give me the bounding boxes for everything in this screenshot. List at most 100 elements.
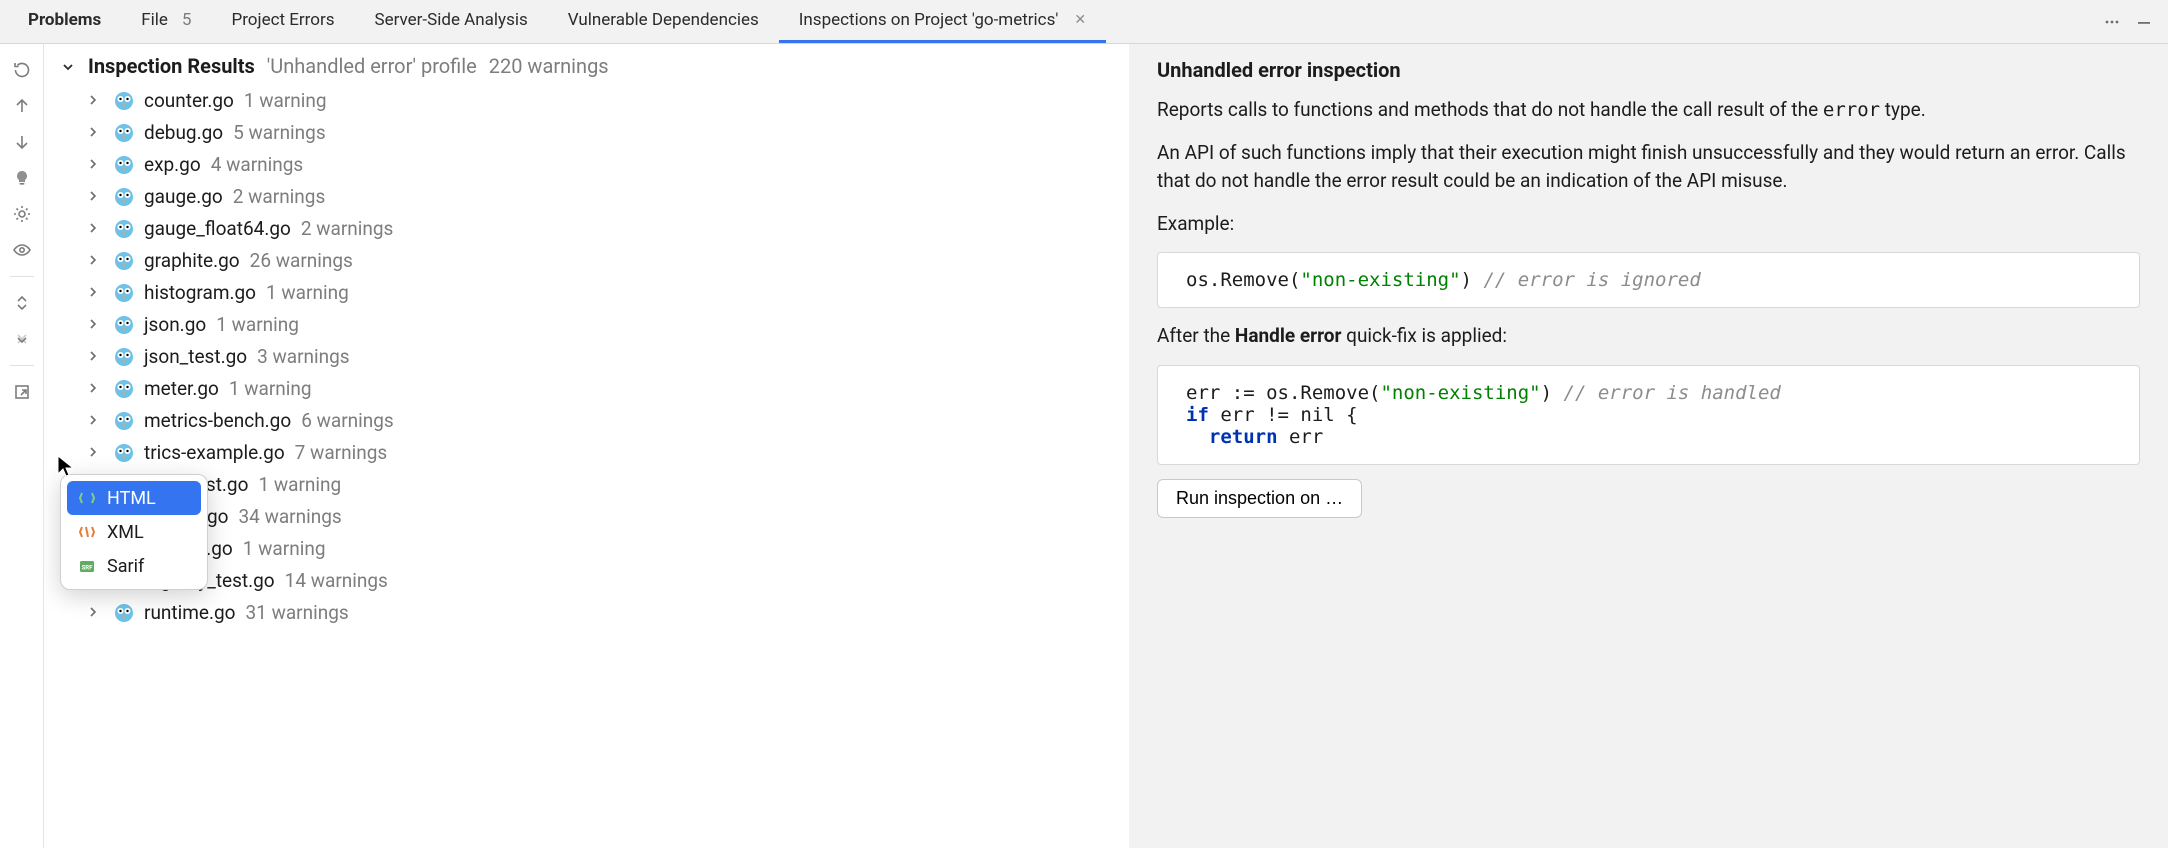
tree-row[interactable]: registry_test.go14 warnings	[88, 564, 1129, 596]
tab-label: Vulnerable Dependencies	[568, 10, 759, 30]
chevron-right-icon[interactable]	[88, 255, 104, 265]
file-warning-count: 3 warnings	[257, 345, 350, 368]
close-icon[interactable]: ✕	[1074, 12, 1086, 28]
code-example-before: os.Remove("non-existing") // error is ig…	[1157, 252, 2140, 308]
file-warning-count: 2 warnings	[301, 217, 394, 240]
popup-item-label: Sarif	[107, 556, 144, 577]
chevron-right-icon[interactable]	[88, 287, 104, 297]
file-name: json.go	[144, 313, 206, 336]
go-file-icon	[114, 602, 134, 622]
left-gutter-toolbar	[0, 44, 44, 848]
tree-row[interactable]: graphite.go26 warnings	[88, 244, 1129, 276]
chevron-right-icon[interactable]	[88, 95, 104, 105]
code-example-after: err := os.Remove("non-existing") // erro…	[1157, 365, 2140, 465]
file-warning-count: 14 warnings	[285, 569, 388, 592]
file-warning-count: 1 warning	[244, 89, 327, 112]
problems-tabbar: Problems File 5 Project Errors Server-Si…	[0, 0, 2168, 44]
chevron-right-icon[interactable]	[88, 223, 104, 233]
rerun-icon[interactable]	[6, 54, 38, 86]
tab-vulnerable-dependencies[interactable]: Vulnerable Dependencies	[548, 0, 779, 43]
chevron-right-icon[interactable]	[88, 415, 104, 425]
arrow-down-icon[interactable]	[6, 126, 38, 158]
tree-row[interactable]: counter.go 1 warning	[88, 84, 1129, 116]
go-file-icon	[114, 282, 134, 302]
tab-label: Project Errors	[231, 10, 334, 30]
chevron-right-icon[interactable]	[88, 447, 104, 457]
tree-row[interactable]: metrics-bench.go6 warnings	[88, 404, 1129, 436]
export-icon[interactable]	[6, 376, 38, 408]
tree-row[interactable]: gauge.go 2 warnings	[88, 180, 1129, 212]
minimize-icon[interactable]	[2128, 6, 2160, 38]
file-name: counter.go	[144, 89, 234, 112]
eye-icon[interactable]	[6, 234, 38, 266]
export-option-html[interactable]: HTML	[67, 481, 201, 515]
tree-subtitle: 'Unhandled error' profile	[267, 54, 477, 78]
tree-row[interactable]: exp.go4 warnings	[88, 148, 1129, 180]
file-warning-count: 7 warnings	[295, 441, 388, 464]
go-file-icon	[114, 250, 134, 270]
go-file-icon	[114, 218, 134, 238]
tree-row[interactable]: debug.go5 warnings	[88, 116, 1129, 148]
tree-row[interactable]: trics-example.go 7 warnings	[88, 436, 1129, 468]
tree-row[interactable]: json_test.go3 warnings	[88, 340, 1129, 372]
chevron-right-icon[interactable]	[88, 319, 104, 329]
tree-row[interactable]: meter.go1 warning	[88, 372, 1129, 404]
chevron-right-icon[interactable]	[88, 351, 104, 361]
tab-project-errors[interactable]: Project Errors	[211, 0, 354, 43]
export-popup: HTML XML SRF Sarif	[60, 474, 208, 590]
chevron-right-icon[interactable]	[88, 191, 104, 201]
file-name: runtime.go	[144, 601, 236, 624]
file-warning-count: 31 warnings	[246, 601, 349, 624]
tree-row[interactable]: histogram.go1 warning	[88, 276, 1129, 308]
go-file-icon	[114, 186, 134, 206]
chevron-right-icon[interactable]	[88, 607, 104, 617]
tab-badge: 5	[182, 10, 192, 30]
tree-header[interactable]: Inspection Results 'Unhandled error' pro…	[44, 44, 1129, 84]
tab-problems[interactable]: Problems	[8, 0, 121, 43]
chevron-right-icon[interactable]	[88, 383, 104, 393]
chevron-right-icon[interactable]	[88, 127, 104, 137]
popup-item-label: HTML	[107, 488, 156, 509]
tab-label: File	[141, 10, 168, 30]
file-warning-count: 2 warnings	[233, 185, 326, 208]
tab-inspections[interactable]: Inspections on Project 'go-metrics' ✕	[779, 0, 1106, 43]
gear-icon[interactable]	[6, 198, 38, 230]
go-file-icon	[114, 122, 134, 142]
go-file-icon	[114, 314, 134, 334]
tree-row[interactable]: gauge_float64.go 2 warnings	[88, 212, 1129, 244]
file-name: exp.go	[144, 153, 201, 176]
tree-row[interactable]: runtime.go 31 warnings	[88, 596, 1129, 628]
html-file-icon	[77, 489, 97, 507]
chevron-right-icon[interactable]	[88, 159, 104, 169]
tab-server-side-analysis[interactable]: Server-Side Analysis	[355, 0, 548, 43]
run-inspection-button[interactable]: Run inspection on …	[1157, 479, 1362, 518]
tab-label: Problems	[28, 10, 101, 30]
file-warning-count: 1 warning	[216, 313, 299, 336]
tab-label: Inspections on Project 'go-metrics'	[799, 10, 1059, 30]
expand-collapse-icon[interactable]	[6, 287, 38, 319]
popup-item-label: XML	[107, 522, 144, 543]
tree-row[interactable]: json.go 1 warning	[88, 308, 1129, 340]
file-warning-count: 26 warnings	[250, 249, 353, 272]
arrow-up-icon[interactable]	[6, 90, 38, 122]
file-name: metrics-bench.go	[144, 409, 291, 432]
tab-file[interactable]: File 5	[121, 0, 211, 43]
go-file-icon	[114, 346, 134, 366]
tree-row[interactable]: registry.go1 warning	[88, 532, 1129, 564]
chevron-down-icon[interactable]	[62, 61, 74, 73]
tree-row[interactable]: trics_test.go1 warning	[88, 468, 1129, 500]
file-name: meter.go	[144, 377, 219, 400]
file-name: gauge.go	[144, 185, 223, 208]
file-name: trics-example.go	[144, 441, 285, 464]
export-option-xml[interactable]: XML	[67, 515, 201, 549]
collapse-all-icon[interactable]	[6, 323, 38, 355]
inspection-results-tree: Inspection Results 'Unhandled error' pro…	[44, 44, 1129, 848]
inspection-description-panel: Unhandled error inspection Reports calls…	[1129, 44, 2168, 848]
example-label: Example:	[1157, 210, 2140, 239]
more-icon[interactable]	[2096, 6, 2128, 38]
tree-row[interactable]: entsdb.go34 warnings	[88, 500, 1129, 532]
svg-text:SRF: SRF	[82, 565, 94, 572]
export-option-sarif[interactable]: SRF Sarif	[67, 549, 201, 583]
file-name: gauge_float64.go	[144, 217, 291, 240]
bulb-icon[interactable]	[6, 162, 38, 194]
